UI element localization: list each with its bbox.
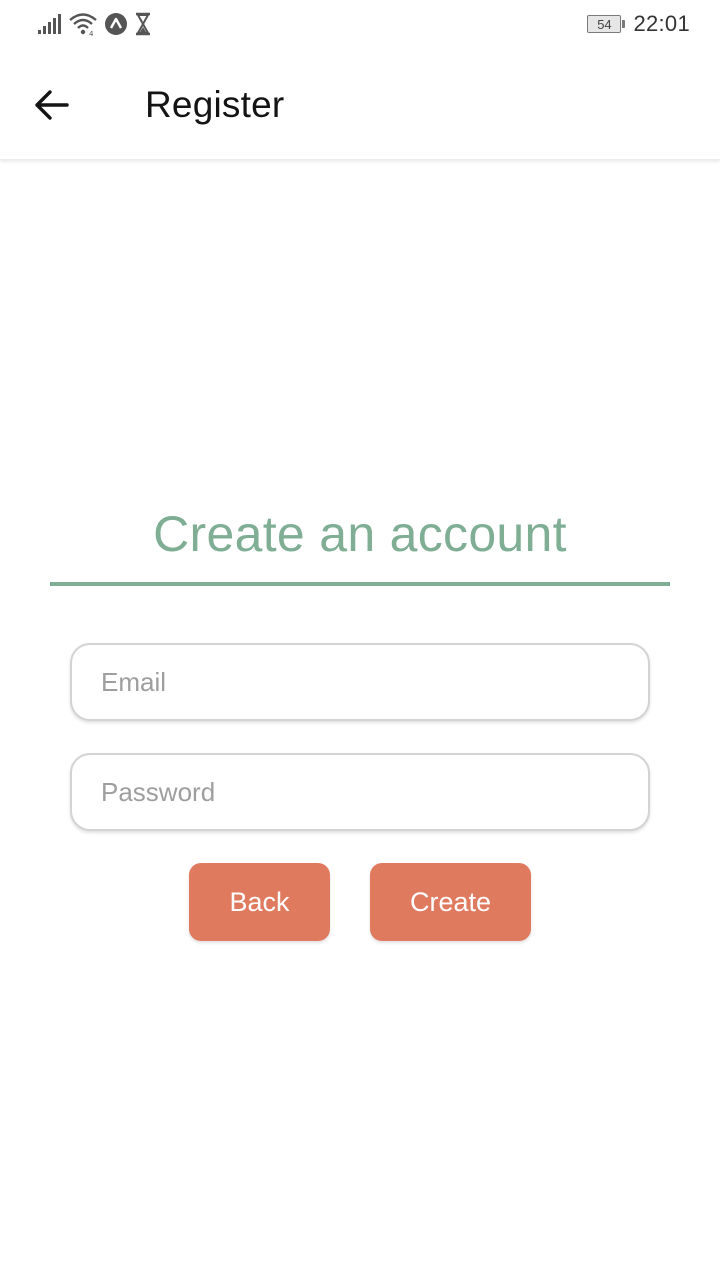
wifi-icon: 4 xyxy=(69,13,97,36)
svg-text:4: 4 xyxy=(89,30,94,36)
app-bar: Register xyxy=(0,50,720,160)
register-screen: 4 54 22:01 Register Create an account Em… xyxy=(0,0,720,1280)
arrow-left-icon xyxy=(35,90,69,120)
email-field[interactable] xyxy=(72,645,648,719)
password-field[interactable] xyxy=(72,755,648,829)
status-bar: 4 54 22:01 xyxy=(0,0,720,50)
signal-icon xyxy=(38,14,61,34)
app-notification-icon xyxy=(105,13,127,35)
back-navigation-button[interactable] xyxy=(30,83,74,127)
page-title: Register xyxy=(145,84,285,125)
form-heading: Create an account xyxy=(153,506,567,562)
password-field-container xyxy=(70,753,650,831)
status-icons-left: 4 xyxy=(38,10,152,38)
email-field-container xyxy=(70,643,650,721)
battery-level: 54 xyxy=(587,15,622,33)
status-time: 22:01 xyxy=(633,11,690,36)
back-button[interactable]: Back xyxy=(189,863,330,941)
create-button[interactable]: Create xyxy=(370,863,531,941)
status-icons-right: 54 22:01 xyxy=(587,10,690,38)
battery-tip xyxy=(622,20,626,28)
battery-icon: 54 xyxy=(587,15,626,33)
hourglass-icon xyxy=(136,12,150,36)
heading-underline xyxy=(50,582,670,586)
